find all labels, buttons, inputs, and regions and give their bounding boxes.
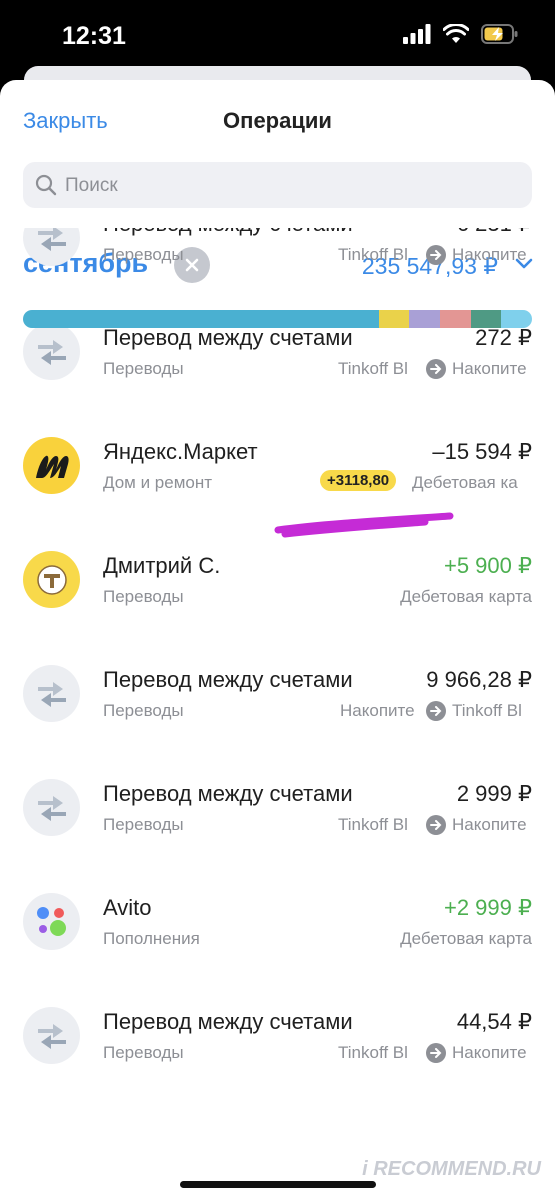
operation-row[interactable]: Avito Пополнения +2 999 ₽ Дебетовая карт… xyxy=(0,864,555,978)
search-field[interactable] xyxy=(23,162,532,210)
arrow-right-icon xyxy=(426,359,446,379)
operation-accounts: Дебетовая ка xyxy=(412,473,532,493)
operation-accounts: Дебетовая карта xyxy=(400,929,532,949)
operations-list: Перевод между счетами Переводы 6 231 ₽ T… xyxy=(0,228,555,1200)
home-indicator[interactable] xyxy=(180,1181,376,1188)
tinkoff-logo xyxy=(23,551,80,608)
arrow-right-icon xyxy=(426,245,446,265)
operation-amount: +5 900 ₽ xyxy=(443,553,532,578)
battery-charging-icon xyxy=(481,24,518,44)
to-account: Накопите xyxy=(452,359,527,378)
account-name: Дебетовая ка xyxy=(412,473,518,492)
operation-category: Переводы xyxy=(103,701,184,720)
operation-accounts: Дебетовая карта xyxy=(400,587,532,607)
page-title: Операции xyxy=(223,108,332,133)
operation-accounts: Tinkoff Bl Накопите xyxy=(338,815,532,835)
operation-amount: 9 966,28 ₽ xyxy=(426,667,532,692)
to-account: Накопите xyxy=(452,245,527,264)
account-name: Дебетовая карта xyxy=(400,587,532,606)
operation-amount: –15 594 ₽ xyxy=(432,439,532,464)
operation-row[interactable]: Яндекс.Маркет Дом и ремонт –15 594 ₽ +31… xyxy=(0,408,555,522)
wifi-icon xyxy=(443,24,469,43)
search-input[interactable] xyxy=(63,162,507,210)
status-bar: 12:31 xyxy=(0,0,555,70)
operation-category: Переводы xyxy=(103,1043,184,1062)
status-time: 12:31 xyxy=(62,22,126,50)
operation-title: Яндекс.Маркет xyxy=(103,439,258,464)
transfer-icon xyxy=(23,1007,80,1064)
arrow-right-icon xyxy=(426,815,446,835)
from-account: Tinkoff Bl xyxy=(338,1043,408,1062)
to-account: Накопите xyxy=(452,1043,527,1062)
operation-category: Переводы xyxy=(103,359,184,378)
operation-title: Перевод между счетами xyxy=(103,781,353,806)
operation-accounts: Накопите Tinkoff Bl xyxy=(340,701,532,721)
from-account: Tinkoff Bl xyxy=(338,359,408,378)
operation-accounts: Tinkoff Bl Накопите xyxy=(338,359,532,379)
operations-sheet: Закрыть Операции сентябрь 235 547,93 ₽ П… xyxy=(0,80,555,1200)
operation-category: Переводы xyxy=(103,245,184,264)
operation-row[interactable]: Перевод между счетами Переводы 9 966,28 … xyxy=(0,636,555,750)
operation-amount: +2 999 ₽ xyxy=(443,895,532,920)
to-account: Tinkoff Bl xyxy=(452,701,522,720)
cashback-badge: +3118,80 xyxy=(320,470,397,491)
operation-category: Переводы xyxy=(103,815,184,834)
yandex-market-logo xyxy=(23,437,80,494)
operation-accounts: Tinkoff Bl Накопите xyxy=(338,1043,532,1063)
cellular-signal-icon xyxy=(403,24,431,44)
transfer-icon xyxy=(23,665,80,722)
arrow-right-icon xyxy=(426,701,446,721)
from-account: Накопите xyxy=(340,701,415,720)
from-account: Tinkoff Bl xyxy=(338,245,408,264)
operation-category: Переводы xyxy=(103,587,184,606)
transfer-icon xyxy=(23,323,80,380)
operation-title: Перевод между счетами xyxy=(103,667,353,692)
avito-logo xyxy=(23,893,80,950)
operation-title: Avito xyxy=(103,895,152,920)
operation-row[interactable]: Дмитрий С. Переводы +5 900 ₽ Дебетовая к… xyxy=(0,522,555,636)
operation-category: Пополнения xyxy=(103,929,200,948)
transfer-icon xyxy=(23,779,80,836)
status-icons xyxy=(403,24,519,44)
search-icon xyxy=(35,174,57,196)
operation-title: Перевод между счетами xyxy=(103,1009,353,1034)
spend-segment xyxy=(379,310,409,328)
operation-row[interactable]: Перевод между счетами Переводы 6 231 ₽ T… xyxy=(0,228,555,294)
nav-bar: Закрыть Операции xyxy=(0,80,555,164)
spend-segment xyxy=(501,310,532,328)
to-account: Накопите xyxy=(452,815,527,834)
spend-segment xyxy=(23,310,379,328)
operation-title: Дмитрий С. xyxy=(103,553,221,578)
watermark: i RECOMMEND.RU xyxy=(362,1158,541,1180)
transfer-icon xyxy=(23,228,80,266)
operation-amount: 6 231 ₽ xyxy=(457,228,532,237)
account-name: Дебетовая карта xyxy=(400,929,532,948)
from-account: Tinkoff Bl xyxy=(338,815,408,834)
operation-row[interactable]: Перевод между счетами Переводы 44,54 ₽ T… xyxy=(0,978,555,1092)
operation-row[interactable]: Перевод между счетами Переводы 2 999 ₽ T… xyxy=(0,750,555,864)
operation-title: Перевод между счетами xyxy=(103,228,353,237)
operation-amount: 2 999 ₽ xyxy=(456,781,532,806)
operation-category: Дом и ремонт xyxy=(103,473,213,492)
operation-amount: 272 ₽ xyxy=(475,325,532,350)
operation-accounts: Tinkoff Bl Накопите xyxy=(338,245,532,265)
spend-segment xyxy=(409,310,440,328)
spend-segment xyxy=(440,310,471,328)
operation-amount: 44,54 ₽ xyxy=(456,1009,532,1034)
arrow-right-icon xyxy=(426,1043,446,1063)
operation-title: Перевод между счетами xyxy=(103,325,353,350)
spend-segment xyxy=(471,310,501,328)
spending-bar[interactable] xyxy=(23,310,532,328)
